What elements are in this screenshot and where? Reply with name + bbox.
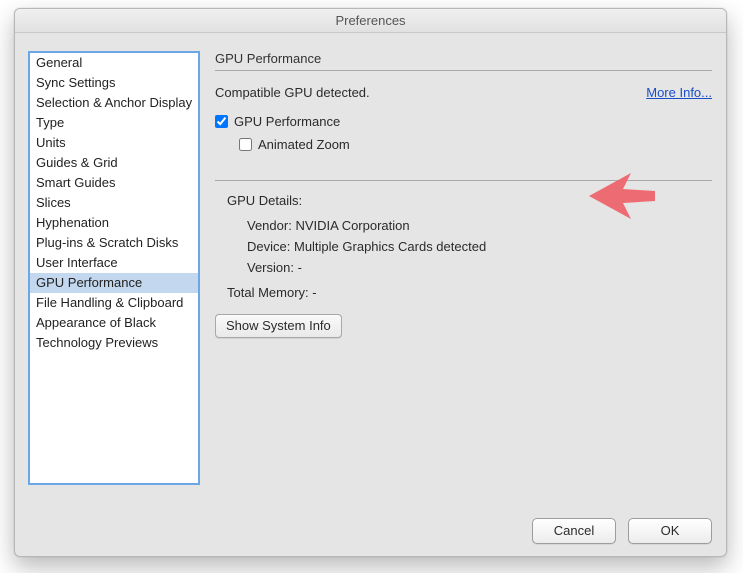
gpu-version-label: Version:	[247, 260, 294, 275]
gpu-version-value: -	[298, 260, 302, 275]
gpu-vendor-label: Vendor:	[247, 218, 292, 233]
gpu-device-label: Device:	[247, 239, 290, 254]
total-memory-row: Total Memory: -	[227, 285, 712, 300]
sidebar-item[interactable]: Technology Previews	[30, 333, 198, 353]
animated-zoom-checkbox[interactable]: Animated Zoom	[239, 137, 350, 152]
gpu-performance-checkbox[interactable]: GPU Performance	[215, 114, 340, 129]
sidebar-item[interactable]: Hyphenation	[30, 213, 198, 233]
sidebar-item[interactable]: Appearance of Black	[30, 313, 198, 333]
sidebar-item[interactable]: GPU Performance	[30, 273, 198, 293]
animated-zoom-checkbox-input[interactable]	[239, 138, 252, 151]
sidebar-item[interactable]: User Interface	[30, 253, 198, 273]
more-info-link[interactable]: More Info...	[646, 85, 712, 100]
ok-button[interactable]: OK	[628, 518, 712, 544]
gpu-device-row: Device: Multiple Graphics Cards detected	[247, 239, 712, 254]
gpu-performance-checkbox-label: GPU Performance	[234, 114, 340, 129]
sidebar-item[interactable]: Guides & Grid	[30, 153, 198, 173]
sidebar-item[interactable]: Selection & Anchor Display	[30, 93, 198, 113]
sidebar-item[interactable]: Smart Guides	[30, 173, 198, 193]
section-header: GPU Performance	[215, 51, 712, 71]
gpu-vendor-row: Vendor: NVIDIA Corporation	[247, 218, 712, 233]
gpu-details-label: GPU Details:	[227, 193, 712, 208]
preferences-window: Preferences GeneralSync SettingsSelectio…	[14, 8, 727, 557]
window-title: Preferences	[15, 9, 726, 33]
gpu-vendor-value: NVIDIA Corporation	[295, 218, 409, 233]
sidebar-item[interactable]: Sync Settings	[30, 73, 198, 93]
window-content: GeneralSync SettingsSelection & Anchor D…	[15, 43, 726, 556]
sidebar-item[interactable]: Slices	[30, 193, 198, 213]
cancel-button[interactable]: Cancel	[532, 518, 616, 544]
gpu-status-text: Compatible GPU detected.	[215, 85, 370, 100]
sidebar-item[interactable]: Type	[30, 113, 198, 133]
gpu-performance-checkbox-input[interactable]	[215, 115, 228, 128]
sidebar-item[interactable]: Plug-ins & Scratch Disks	[30, 233, 198, 253]
dialog-footer: Cancel OK	[532, 518, 712, 544]
sidebar-item[interactable]: General	[30, 53, 198, 73]
gpu-device-value: Multiple Graphics Cards detected	[294, 239, 486, 254]
category-sidebar: GeneralSync SettingsSelection & Anchor D…	[28, 51, 200, 485]
main-panel: GPU Performance Compatible GPU detected.…	[215, 51, 712, 502]
show-system-info-button[interactable]: Show System Info	[215, 314, 342, 338]
animated-zoom-checkbox-label: Animated Zoom	[258, 137, 350, 152]
sidebar-item[interactable]: Units	[30, 133, 198, 153]
section-divider	[215, 180, 712, 181]
gpu-version-row: Version: -	[247, 260, 712, 275]
sidebar-item[interactable]: File Handling & Clipboard	[30, 293, 198, 313]
gpu-status-row: Compatible GPU detected. More Info...	[215, 85, 712, 100]
total-memory-value: -	[312, 285, 316, 300]
total-memory-label: Total Memory:	[227, 285, 309, 300]
